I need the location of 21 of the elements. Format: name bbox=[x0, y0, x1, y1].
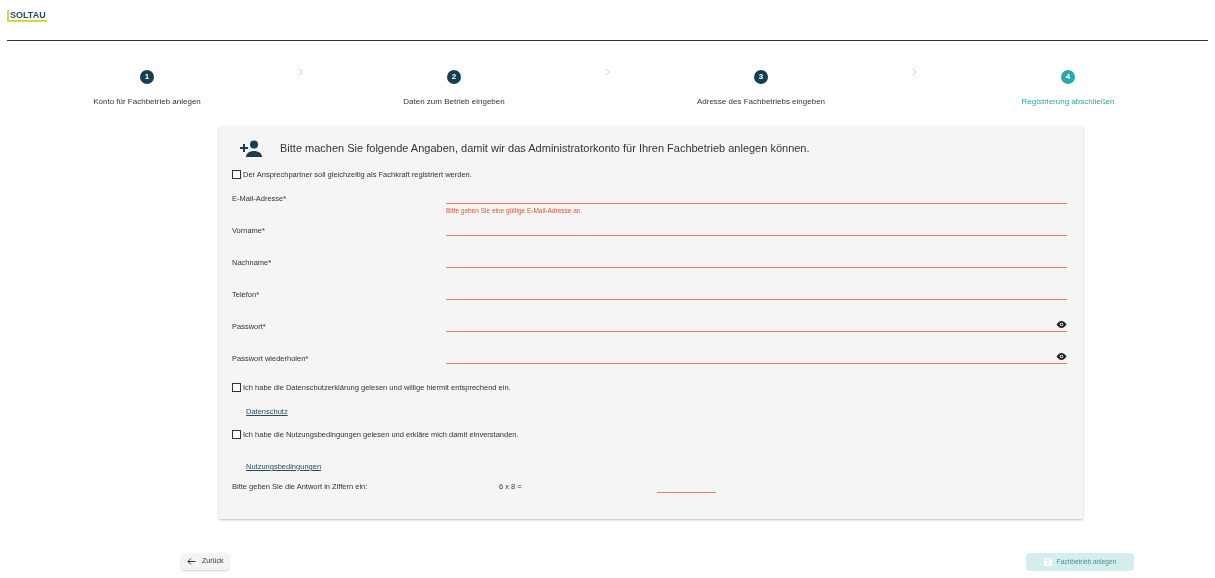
chevron-icon bbox=[604, 68, 611, 76]
save-icon bbox=[1043, 558, 1052, 566]
checkbox[interactable] bbox=[232, 170, 241, 180]
step-number: 3 bbox=[754, 70, 768, 84]
chevron-icon bbox=[911, 68, 918, 76]
step-number: 2 bbox=[447, 70, 461, 84]
add-person-icon bbox=[238, 140, 262, 157]
step-label: Adresse des Fachbetriebs eingeben bbox=[696, 96, 826, 108]
step-label: Daten zum Betrieb eingeben bbox=[403, 96, 505, 108]
logo[interactable]: SOLTAU bbox=[7, 10, 47, 22]
checkbox[interactable] bbox=[232, 429, 241, 439]
step-number: 1 bbox=[140, 70, 154, 84]
step-label: Registrierung abschließen bbox=[1021, 96, 1115, 108]
checkbox[interactable] bbox=[232, 383, 241, 393]
arrow-left-icon bbox=[187, 558, 196, 565]
form-heading: Bitte machen Sie folgende Angaben, damit wir das Administratorkonto für Ihren Fachbetrieb anlegen können. bbox=[280, 141, 810, 157]
eye-icon[interactable] bbox=[1056, 320, 1067, 328]
eye-icon[interactable] bbox=[1056, 352, 1067, 360]
step-label: Konto für Fachbetrieb anlegen bbox=[93, 96, 201, 108]
step-number: 4 bbox=[1061, 70, 1075, 84]
chevron-icon bbox=[297, 68, 304, 76]
